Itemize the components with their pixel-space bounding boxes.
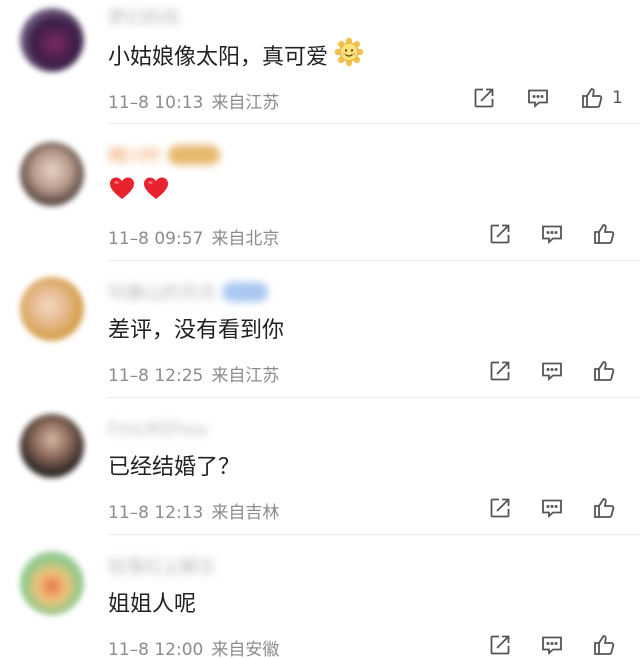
comment-actions — [486, 357, 618, 385]
comment-actions — [486, 220, 618, 248]
comment-meta: 11–8 12:00 来自安徽 — [108, 635, 279, 658]
comment-location: 来自吉林 — [211, 503, 280, 523]
comment-actions — [486, 494, 618, 522]
share-icon[interactable] — [486, 357, 514, 385]
comment-meta: 11–8 12:13 来自吉林 — [108, 498, 279, 523]
like-icon[interactable] — [590, 494, 618, 522]
comment-date: 11–8 09:57 — [108, 229, 204, 249]
vip-badge — [168, 145, 220, 165]
comment-meta: 11–8 09:57 来自北京 — [108, 224, 279, 249]
share-icon[interactable] — [470, 84, 498, 112]
member-badge — [222, 282, 268, 302]
sun-face-emoji-icon — [334, 37, 364, 73]
avatar[interactable] — [20, 277, 84, 341]
username[interactable]: 轻落红尘解忘 — [108, 555, 216, 578]
avatar[interactable] — [20, 414, 84, 478]
reply-icon[interactable] — [524, 84, 552, 112]
username-text: 玲静山的月月 — [108, 283, 216, 304]
like-icon[interactable] — [590, 631, 618, 658]
comment-date: 11–8 12:25 — [108, 366, 204, 386]
comment-text: 差评，没有看到你 — [108, 318, 285, 343]
comment-date: 11–8 10:13 — [108, 93, 204, 113]
comment-text-row: 姐姐人呢 — [108, 587, 196, 617]
comment-date: 11–8 12:00 — [108, 640, 204, 658]
comment-text: 小姑娘像太阳，真可爱 — [108, 45, 329, 70]
comment-item: 轻落红尘解忘 姐姐人呢 11–8 12:00 来自安徽 — [0, 535, 640, 658]
share-icon[interactable] — [486, 494, 514, 522]
like-icon[interactable] — [578, 84, 606, 112]
comment-meta: 11–8 12:25 来自江苏 — [108, 361, 279, 386]
comment-location: 来自江苏 — [211, 93, 280, 113]
comment-text: 已经结婚了？ — [108, 455, 241, 480]
comment-item: 玲静山的月月 差评，没有看到你 11–8 12:25 来自江苏 — [0, 261, 640, 398]
comment-location: 来自江苏 — [211, 366, 280, 386]
like-count: 1 — [612, 88, 623, 108]
comment-date: 11–8 12:13 — [108, 503, 204, 523]
comment-actions — [486, 631, 618, 658]
comment-location: 来自安徽 — [211, 640, 280, 658]
reply-icon[interactable] — [538, 220, 566, 248]
comment-list: 梦幻的风 小姑娘像太阳，真可爱 11–8 10:13 来自江苏 1 晴川叶 11… — [0, 0, 640, 658]
comment-meta: 11–8 10:13 来自江苏 — [108, 88, 279, 113]
username-text: 晴川叶 — [108, 146, 162, 167]
avatar[interactable] — [20, 142, 84, 206]
username[interactable]: 晴川叶 — [108, 144, 220, 167]
comment-item: 梦幻的风 小姑娘像太阳，真可爱 11–8 10:13 来自江苏 1 — [0, 0, 640, 124]
share-icon[interactable] — [486, 631, 514, 658]
comment-text-row — [108, 176, 170, 206]
comment-text-row: 已经结婚了？ — [108, 450, 240, 480]
comment-location: 来自北京 — [211, 229, 280, 249]
like-icon[interactable] — [590, 357, 618, 385]
comment-item: 晴川叶 11–8 09:57 来自北京 — [0, 124, 640, 261]
red-heart-emoji-icon — [108, 175, 136, 207]
username[interactable]: 玲静山的月月 — [108, 281, 268, 304]
comment-text-row: 差评，没有看到你 — [108, 313, 284, 343]
username[interactable]: 梦幻的风 — [108, 6, 180, 29]
like-icon[interactable] — [590, 220, 618, 248]
comment-text: 姐姐人呢 — [108, 592, 197, 617]
username[interactable]: FmLMZhou — [108, 418, 208, 440]
reply-icon[interactable] — [538, 631, 566, 658]
comment-actions: 1 — [470, 84, 623, 112]
comment-text-row: 小姑娘像太阳，真可爱 — [108, 37, 364, 73]
reply-icon[interactable] — [538, 357, 566, 385]
avatar[interactable] — [20, 551, 84, 615]
avatar[interactable] — [20, 8, 84, 72]
comment-item: FmLMZhou 已经结婚了？ 11–8 12:13 来自吉林 — [0, 398, 640, 535]
share-icon[interactable] — [486, 220, 514, 248]
red-heart-emoji-icon — [142, 175, 170, 207]
reply-icon[interactable] — [538, 494, 566, 522]
